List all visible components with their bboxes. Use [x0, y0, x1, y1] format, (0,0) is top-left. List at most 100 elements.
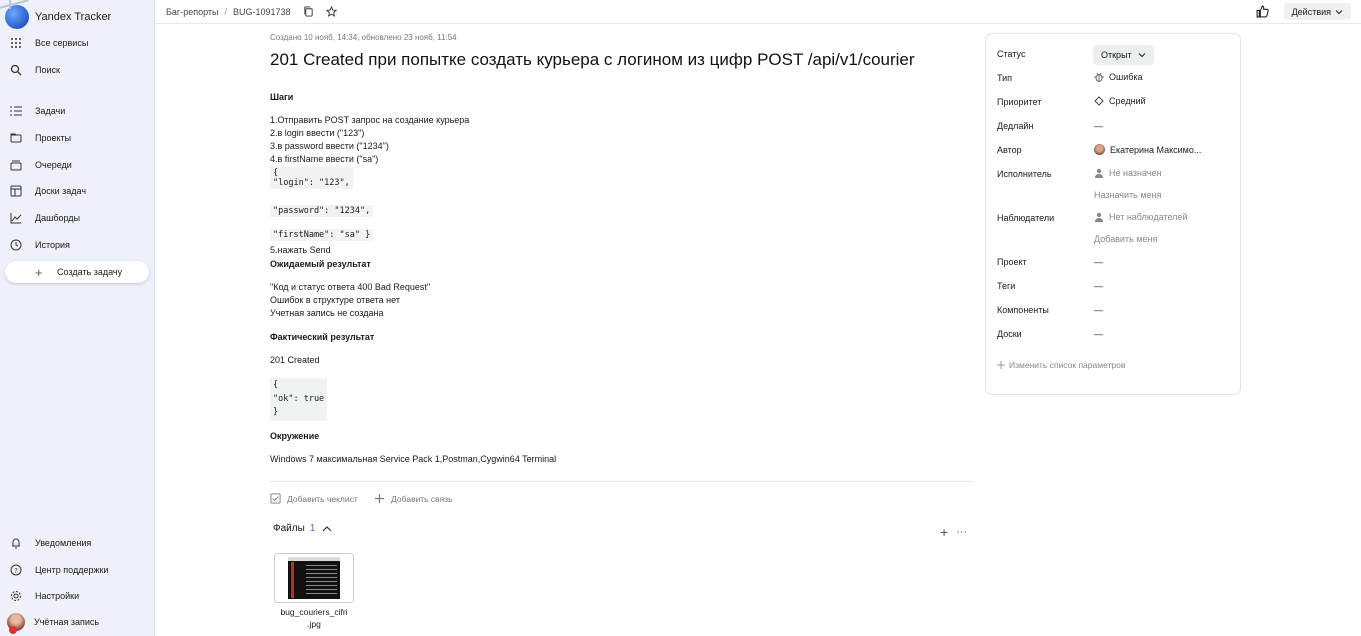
expected-line: Ошибок в структуре ответа нет — [270, 295, 400, 305]
diamond-icon — [1094, 96, 1104, 106]
file-name[interactable]: bug_couriers_cifri .jpg — [274, 606, 354, 630]
projects-icon — [10, 133, 22, 143]
step-line: 2.в login ввести ("123") — [270, 128, 365, 138]
tasks-icon — [10, 106, 22, 116]
deadline-label: Дедлайн — [997, 121, 1034, 131]
add-me-link[interactable]: Добавить меня — [1094, 234, 1157, 244]
files-count: 1 — [309, 523, 316, 534]
steps-heading: Шаги — [270, 92, 294, 102]
status-dropdown[interactable]: Открыт — [1093, 45, 1154, 65]
bug-icon — [1094, 72, 1104, 82]
file-name-line: bug_couriers_cifri — [280, 607, 348, 617]
type-value[interactable]: Ошибка — [1094, 72, 1143, 82]
files-title: Файлы — [273, 523, 305, 534]
plus-icon — [374, 493, 385, 504]
breadcrumb-queue-link[interactable]: Баг-репорты — [166, 7, 218, 17]
copy-icon[interactable] — [303, 6, 314, 17]
expected-heading: Ожидаемый результат — [270, 259, 371, 269]
project-label: Проект — [997, 257, 1027, 267]
chevron-down-icon — [1335, 9, 1343, 14]
author-value[interactable]: Екатерина Максимо... — [1094, 144, 1201, 155]
code-line: { — [273, 380, 279, 390]
tags-value[interactable]: — — [1094, 281, 1103, 291]
sidebar-item-label: Дашборды — [35, 213, 80, 223]
sidebar-item-label: Задачи — [35, 106, 66, 116]
assignee-text: Не назначен — [1109, 168, 1162, 178]
sidebar-item-boards[interactable]: Доски задач — [10, 183, 86, 199]
app-logo[interactable]: Yandex Tracker — [5, 0, 112, 30]
tags-label: Теги — [997, 281, 1016, 291]
sidebar-item-label: История — [35, 240, 70, 250]
add-checklist-button[interactable]: Добавить чеклист — [270, 493, 358, 504]
plus-icon — [997, 361, 1005, 369]
sidebar-item-queues[interactable]: Очереди — [10, 157, 72, 173]
app-title: Yandex Tracker — [35, 11, 112, 23]
create-task-button[interactable]: + Создать задачу — [5, 261, 149, 283]
watchers-text: Нет наблюдателей — [1109, 212, 1188, 222]
person-icon — [1095, 212, 1103, 222]
checklist-icon — [270, 493, 281, 504]
svg-text:?: ? — [14, 567, 18, 575]
sidebar-item-all-services[interactable]: Все сервисы — [10, 35, 88, 51]
components-value[interactable]: — — [1094, 305, 1103, 315]
boards-label: Доски — [997, 329, 1022, 339]
sidebar-item-search[interactable]: Поиск — [10, 62, 60, 78]
step-line: 3.в password ввести ("1234") — [270, 141, 389, 151]
sidebar-item-label: Центр поддержки — [35, 565, 109, 575]
priority-text: Средний — [1109, 96, 1146, 106]
deadline-value[interactable]: — — [1094, 121, 1103, 131]
terminal-screenshot-preview — [288, 557, 340, 599]
sidebar-item-notifications[interactable]: Уведомления — [10, 535, 91, 551]
add-link-label: Добавить связь — [391, 493, 453, 504]
assignee-label: Исполнитель — [997, 169, 1052, 179]
code-line: "login": "123", — [273, 178, 350, 188]
sidebar-item-label: Настройки — [35, 591, 80, 601]
sidebar-item-projects[interactable]: Проекты — [10, 130, 71, 146]
expected-line: Учетная запись не создана — [270, 308, 384, 318]
project-value[interactable]: — — [1094, 257, 1103, 267]
sidebar-item-history[interactable]: История — [10, 237, 70, 253]
add-link-button[interactable]: Добавить связь — [374, 493, 453, 504]
issue-title[interactable]: 201 Created при попытке создать курьера … — [270, 50, 915, 70]
breadcrumb-issue-key[interactable]: BUG-1091738 — [233, 7, 291, 17]
code-block: "password": "1234", — [270, 205, 374, 217]
sidebar-item-label: Уведомления — [35, 538, 92, 548]
file-thumbnail[interactable] — [274, 553, 354, 603]
files-header[interactable]: Файлы 1 — [273, 523, 332, 534]
files-toolbar: + ··· — [940, 524, 967, 540]
add-file-icon[interactable]: + — [940, 524, 948, 540]
priority-label: Приоритет — [997, 97, 1042, 107]
sidebar-item-account[interactable]: Учётная запись — [7, 613, 99, 634]
search-icon — [10, 64, 22, 76]
thumbs-up-icon[interactable] — [1256, 5, 1269, 18]
sidebar-item-settings[interactable]: Настройки — [10, 588, 79, 604]
star-icon[interactable] — [325, 6, 337, 17]
assign-me-link[interactable]: Назначить меня — [1094, 190, 1161, 200]
chevron-down-icon — [1138, 53, 1146, 58]
code-block: { "login": "123", — [270, 167, 353, 189]
chevron-up-icon[interactable] — [322, 524, 332, 534]
sidebar-item-label: Проекты — [35, 133, 72, 143]
sidebar-item-tasks[interactable]: Задачи — [10, 103, 65, 119]
step-line: 1.Отправить POST запрос на создание курь… — [270, 115, 470, 125]
chart-icon — [10, 213, 22, 224]
breadcrumb: Баг-репорты / BUG-1091738 — [166, 6, 337, 17]
clock-icon — [10, 239, 22, 251]
assignee-value[interactable]: Не назначен — [1094, 168, 1161, 178]
more-icon[interactable]: ··· — [956, 524, 967, 540]
environment-heading: Окружение — [270, 431, 320, 441]
code-block: { "ok": true } — [270, 378, 328, 421]
priority-value[interactable]: Средний — [1094, 96, 1146, 106]
create-task-label: Создать задачу — [57, 267, 123, 277]
change-params-label: Изменить список параметров — [1009, 360, 1126, 370]
sidebar-item-support[interactable]: ? Центр поддержки — [10, 562, 108, 578]
step-line: 5.нажать Send — [270, 245, 331, 255]
watchers-value[interactable]: Нет наблюдателей — [1094, 212, 1187, 222]
boards-value[interactable]: — — [1094, 329, 1103, 339]
sidebar-item-dashboards[interactable]: Дашборды — [10, 210, 80, 226]
code-block: "firstName": "sa" } — [270, 229, 374, 241]
change-params-button[interactable]: Изменить список параметров — [997, 360, 1125, 370]
sidebar-item-label: Доски задач — [35, 186, 87, 196]
actions-button[interactable]: Действия — [1283, 3, 1351, 20]
sidebar-item-label: Поиск — [35, 65, 60, 75]
